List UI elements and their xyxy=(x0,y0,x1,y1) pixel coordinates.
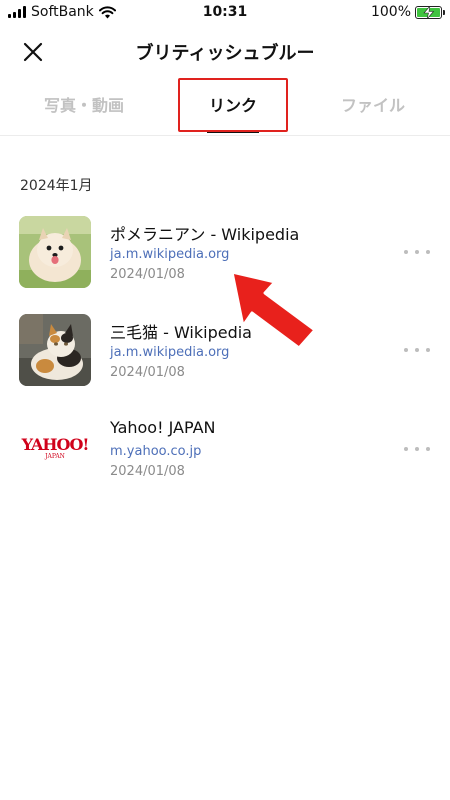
battery-charging-icon xyxy=(415,5,445,19)
annotation-arrow-icon xyxy=(230,270,317,350)
link-title: Yahoo! JAPAN xyxy=(110,418,216,437)
tab-files[interactable]: ファイル xyxy=(298,78,448,136)
link-item[interactable]: YAHOO! JAPAN Yahoo! JAPAN m.yahoo.co.jp … xyxy=(0,413,450,493)
more-options-button[interactable] xyxy=(404,441,430,457)
tab-photos-videos[interactable]: 写真・動画 xyxy=(9,78,159,136)
annotation-highlight-box xyxy=(178,78,288,132)
battery-percentage: 100% xyxy=(370,4,411,20)
page-title: ブリティッシュブルー xyxy=(135,43,315,64)
nav-header: ブリティッシュブルー xyxy=(0,26,450,76)
more-options-button[interactable] xyxy=(404,342,430,358)
link-domain: m.yahoo.co.jp xyxy=(110,444,202,459)
link-domain: ja.m.wikipedia.org xyxy=(110,345,230,360)
link-thumbnail xyxy=(19,216,91,288)
more-options-icon xyxy=(404,447,408,451)
link-title: ポメラニアン - Wikipedia xyxy=(110,225,300,244)
pomeranian-dog-photo xyxy=(19,216,91,288)
link-domain: ja.m.wikipedia.org xyxy=(110,247,230,262)
more-options-icon xyxy=(404,348,408,352)
link-thumbnail xyxy=(19,314,91,386)
more-options-button[interactable] xyxy=(404,244,430,260)
link-date: 2024/01/08 xyxy=(110,464,185,479)
section-date-header: 2024年1月 xyxy=(20,178,93,194)
link-date: 2024/01/08 xyxy=(110,365,185,380)
link-date: 2024/01/08 xyxy=(110,267,185,282)
yahoo-japan-logo: YAHOO! JAPAN xyxy=(19,413,91,485)
calico-cat-photo xyxy=(19,314,91,386)
status-bar: SoftBank 10:31 100% xyxy=(0,0,450,26)
more-options-icon xyxy=(404,250,408,254)
